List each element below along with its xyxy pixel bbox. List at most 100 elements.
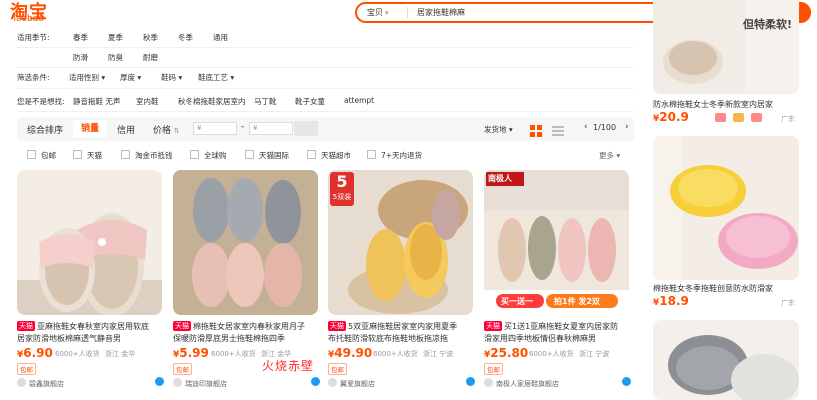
side-product-image[interactable]: 但特柔软! — [653, 0, 799, 94]
page-prev-icon[interactable]: ‹ — [584, 122, 588, 132]
search-input[interactable]: 居家拖鞋棉麻 — [417, 7, 465, 18]
price-confirm-button[interactable] — [294, 121, 318, 136]
sort-price[interactable]: 价格 ⇅ — [153, 123, 180, 136]
filter-label: 您是不是想找: — [17, 97, 65, 106]
tag-icon[interactable] — [751, 113, 762, 122]
filter-option[interactable]: 夏季 — [108, 32, 123, 43]
heart-icon[interactable] — [715, 113, 726, 122]
filter-label: 适用季节: — [17, 33, 50, 42]
side-product-card[interactable]: 但特柔软! 防水棉拖鞋女士冬季新款室内居家 ¥20.9 广东 — [653, 0, 799, 128]
chat-icon[interactable] — [311, 377, 320, 386]
filter-option[interactable]: 通用 — [213, 32, 228, 43]
sort-bar: 综合排序 销量 信用 价格 ⇅ ¥ - ¥ 发货地 ▾ ‹ 1/100 › — [17, 117, 634, 141]
side-product-image[interactable] — [653, 136, 799, 280]
promo-badge-2: 拍1件 发2双 — [554, 297, 600, 306]
free-shipping-tag: 包邮 — [484, 363, 503, 375]
price-max-input[interactable]: ¥ — [249, 122, 293, 135]
logo-subtext: Taobao — [12, 14, 44, 24]
list-view-icon[interactable] — [552, 122, 564, 136]
price-min-input[interactable]: ¥ — [193, 122, 237, 135]
side-product-price: ¥20.9 — [653, 110, 689, 124]
product-title[interactable]: 天猫 棉拖鞋女居家室内春秋家用月子 — [173, 321, 323, 332]
side-product-card[interactable]: 棉拖鞋女冬季拖鞋创意防水防滑家 ¥18.9 广东 — [653, 136, 799, 312]
product-title[interactable]: 天猫 5双亚麻拖鞋居家室内家用夏季 — [328, 321, 478, 332]
product-image[interactable] — [173, 170, 318, 315]
shop-link[interactable]: 翼爱旗舰店 — [328, 378, 375, 389]
filter-label: 筛选条件: — [17, 73, 50, 82]
product-title[interactable]: 天猫 亚麻拖鞋女春秋室内家居用软底 — [17, 321, 167, 332]
sort-sales[interactable]: 销量 — [73, 120, 108, 138]
sort-credit[interactable]: 信用 — [117, 123, 135, 136]
suggestion-link[interactable]: attempt — [344, 96, 374, 105]
delivery-location-dropdown[interactable]: 发货地 ▾ — [484, 124, 513, 135]
chat-icon[interactable] — [466, 377, 475, 386]
filter-dropdown[interactable]: 厚度 ▾ — [120, 72, 141, 83]
checkbox-free-shipping[interactable]: 包邮 — [27, 150, 56, 161]
suggestion-link[interactable]: 靴子女童 — [295, 96, 325, 107]
checkbox-taojinbi[interactable]: 淘金币抵钱 — [121, 150, 173, 161]
product-title-line2[interactable]: 居家防滑地板棉麻透气静音男 — [17, 333, 167, 344]
image-caption: 但特柔软! — [743, 18, 793, 31]
shop-icon — [17, 378, 26, 387]
filter-row-suggestions: 您是不是想找: 静音拖鞋 无声 室内鞋 秋冬棉拖鞋家居室内 马丁靴 靴子女童 a… — [17, 96, 417, 108]
shop-link[interactable]: 瑞迪印旗舰店 — [173, 378, 227, 389]
suggestion-link[interactable]: 秋冬棉拖鞋家居室内 — [178, 96, 246, 107]
product-card[interactable]: 5 5双装 天猫 5双亚麻拖鞋居家室内家用夏季 布托鞋防滑软底布拖鞋地板拖凉拖 ¥… — [328, 170, 475, 400]
filter-dropdown[interactable]: 鞋码 ▾ — [161, 72, 182, 83]
checkbox-global[interactable]: 全球购 — [190, 150, 227, 161]
suggestion-link[interactable]: 室内鞋 — [136, 96, 159, 107]
filter-row-function: 防滑 防臭 耐磨 — [17, 52, 317, 64]
chevron-down-icon: ▾ — [616, 151, 621, 160]
filter-row-conditions: 筛选条件: 适用性别 ▾ 厚度 ▾ 鞋码 ▾ 鞋底工艺 ▾ — [17, 72, 317, 84]
sales-count: 6000+人收货 — [211, 350, 256, 358]
coupon-icon[interactable] — [733, 113, 744, 122]
tmall-badge: 天猫 — [17, 321, 35, 331]
product-title[interactable]: 天猫 买1送1亚麻拖鞋女夏室内居家防 — [484, 321, 634, 332]
filter-option[interactable]: 冬季 — [178, 32, 193, 43]
product-card[interactable]: 天猫 亚麻拖鞋女春秋室内家居用软底 居家防滑地板棉麻透气静音男 ¥6.90 600… — [17, 170, 164, 400]
divider — [17, 111, 634, 112]
ship-location: 浙江 宁波 — [579, 350, 610, 358]
grid-view-icon[interactable] — [530, 122, 542, 137]
checkbox-tmall-intl[interactable]: 天猫国际 — [245, 150, 289, 161]
chat-icon[interactable] — [622, 377, 631, 386]
product-title-line2[interactable]: 滑家用四季地板情侣春秋棉麻男 — [484, 333, 634, 344]
product-image[interactable]: 南极人 买一送一 拍1件 发2双 — [484, 170, 629, 315]
filter-option[interactable]: 春季 — [73, 32, 88, 43]
filter-dropdown[interactable]: 鞋底工艺 ▾ — [198, 72, 234, 83]
filter-option[interactable]: 耐磨 — [143, 52, 158, 63]
filter-option[interactable]: 防滑 — [73, 52, 88, 63]
checkbox-tmall[interactable]: 天猫 — [73, 150, 102, 161]
pack-count-label: 5 — [336, 172, 348, 191]
product-image[interactable]: 5 5双装 — [328, 170, 473, 315]
page-next-icon[interactable]: › — [625, 122, 629, 132]
side-product-image[interactable] — [653, 320, 799, 400]
shop-link[interactable]: 碧鑫旗舰店 — [17, 378, 64, 389]
suggestion-link[interactable]: 马丁靴 — [254, 96, 277, 107]
side-ship-location: 广东 — [781, 115, 795, 123]
checkbox-tmall-supermarket[interactable]: 天猫超市 — [307, 150, 351, 161]
side-product-card[interactable] — [653, 320, 799, 400]
chat-icon[interactable] — [155, 377, 164, 386]
shop-link[interactable]: 南极人家居鞋旗舰店 — [484, 378, 559, 389]
product-card[interactable]: 南极人 买一送一 拍1件 发2双 天猫 买1送1亚麻拖鞋女夏室内居家防 滑家用四季… — [484, 170, 631, 400]
filter-option[interactable]: 防臭 — [108, 52, 123, 63]
search-scope-select[interactable]: 宝贝 ▾ — [367, 7, 389, 18]
filter-option[interactable]: 秋季 — [143, 32, 158, 43]
sales-count: 6000+人收货 — [529, 350, 574, 358]
sort-comprehensive[interactable]: 综合排序 — [27, 123, 63, 136]
side-product-title[interactable]: 棉拖鞋女冬季拖鞋创意防水防滑家 — [653, 283, 803, 294]
more-filters-button[interactable]: 更多 ▾ — [599, 150, 620, 161]
filter-dropdown[interactable]: 适用性别 ▾ — [69, 72, 105, 83]
checkbox-7day-return[interactable]: 7+天内退货 — [367, 150, 422, 161]
product-image[interactable] — [17, 170, 162, 315]
suggestion-link[interactable]: 静音拖鞋 无声 — [73, 96, 120, 107]
product-title-line2[interactable]: 布托鞋防滑软底布拖鞋地板拖凉拖 — [328, 333, 478, 344]
chevron-down-icon: ▾ — [101, 73, 106, 82]
side-product-title[interactable]: 防水棉拖鞋女士冬季新款室内居家 — [653, 99, 803, 110]
product-price: ¥6.90 — [17, 346, 53, 360]
pack-tag: 5双装 — [332, 193, 352, 201]
watermark-text: 火烧赤壁 — [262, 359, 315, 373]
product-title-line2[interactable]: 保暖防滑厚底男士拖鞋棉拖四季 — [173, 333, 323, 344]
taobao-logo[interactable]: 淘宝 Taobao — [10, 0, 60, 26]
